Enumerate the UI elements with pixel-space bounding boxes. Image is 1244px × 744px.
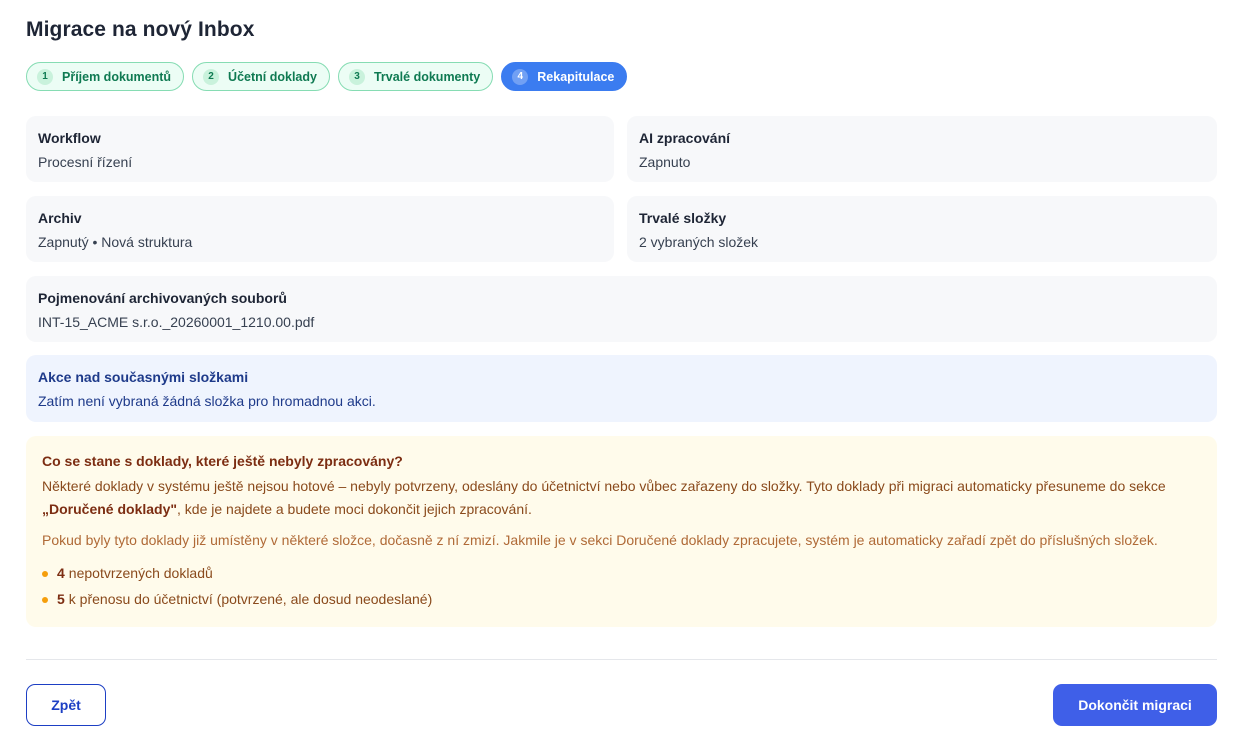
step-number: 4 (512, 68, 529, 85)
step-rekapitulace[interactable]: 4 Rekapitulace (501, 62, 628, 91)
step-label: Rekapitulace (537, 69, 615, 84)
step-label: Příjem dokumentů (62, 69, 172, 84)
item-text: k přenosu do účetnictví (potvrzené, ale … (68, 591, 433, 607)
warning-list-item: 5 k přenosu do účetnictví (potvrzené, al… (42, 586, 1201, 612)
summary-card-ai: AI zpracování Zapnuto (627, 116, 1217, 182)
warning-list-item: 4 nepotvrzených dokladů (42, 560, 1201, 586)
step-trvale-dokumenty[interactable]: 3 Trvalé dokumenty (337, 62, 494, 91)
item-count: 4 (57, 565, 65, 581)
warning-section-name: „Doručené doklady" (42, 501, 178, 517)
warning-text: , kde je najdete a budete moci dokončit … (177, 501, 532, 517)
step-prijem-dokumentu[interactable]: 1 Příjem dokumentů (26, 62, 185, 91)
summary-card-archiv: Archiv Zapnutý • Nová struktura (26, 196, 614, 262)
warning-title: Co se stane s doklady, které ještě nebyl… (42, 453, 403, 469)
bullet-dot-icon (42, 571, 48, 577)
stepper: 1 Příjem dokumentů 2 Účetní doklady 3 Tr… (26, 62, 628, 91)
step-number: 2 (203, 68, 220, 85)
summary-value: Procesní řízení (38, 154, 133, 170)
step-number: 1 (37, 68, 53, 85)
warning-note: Pokud byly tyto doklady již umístěny v n… (42, 532, 1158, 548)
folder-actions-value: Zatím není vybraná žádná složka pro hrom… (38, 393, 376, 409)
finish-migration-button[interactable]: Dokončit migraci (1053, 684, 1217, 726)
summary-value: Zapnuto (639, 154, 691, 170)
summary-value: Zapnutý • Nová struktura (38, 234, 193, 250)
summary-card-workflow: Workflow Procesní řízení (26, 116, 614, 182)
item-count: 5 (57, 591, 65, 607)
folder-actions-info: Akce nad současnými složkami Zatím není … (26, 355, 1217, 422)
warning-paragraph: Některé doklady v systému ještě nejsou h… (42, 475, 1201, 521)
footer-divider (26, 659, 1217, 660)
summary-label: Archiv (38, 210, 82, 226)
step-label: Účetní doklady (228, 69, 317, 84)
summary-label: AI zpracování (639, 130, 731, 146)
warning-list: 4 nepotvrzených dokladů 5 k přenosu do ú… (42, 560, 1201, 612)
step-ucetni-doklady[interactable]: 2 Účetní doklady (192, 62, 330, 91)
item-text: nepotvrzených dokladů (68, 565, 213, 581)
back-button[interactable]: Zpět (26, 684, 106, 726)
summary-label: Workflow (38, 130, 101, 146)
summary-card-file-naming: Pojmenování archivovaných souborů INT-15… (26, 276, 1217, 342)
summary-label: Pojmenování archivovaných souborů (38, 290, 287, 306)
warning-text: Některé doklady v systému ještě nejsou h… (42, 478, 1166, 494)
summary-value: 2 vybraných složek (639, 234, 759, 250)
step-number: 3 (348, 68, 365, 85)
summary-label: Trvalé složky (639, 210, 727, 226)
page-title: Migrace na nový Inbox (26, 18, 255, 41)
folder-actions-label: Akce nad současnými složkami (38, 369, 249, 385)
unprocessed-documents-warning: Co se stane s doklady, které ještě nebyl… (26, 436, 1217, 627)
bullet-dot-icon (42, 597, 48, 603)
summary-card-trvale-slozky: Trvalé složky 2 vybraných složek (627, 196, 1217, 262)
summary-value: INT-15_ACME s.r.o._20260001_1210.00.pdf (38, 314, 315, 330)
step-label: Trvalé dokumenty (373, 69, 481, 84)
